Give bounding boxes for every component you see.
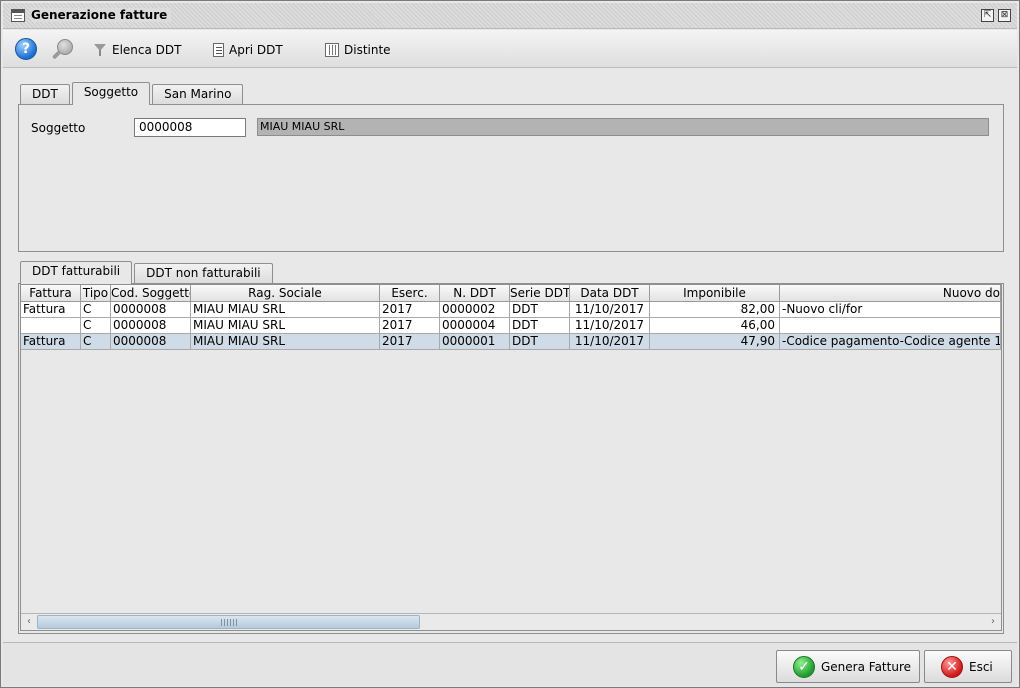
maximize-window-button[interactable]: ⊠: [998, 9, 1011, 22]
cell-tipo: C: [81, 318, 111, 334]
cell-eserc: 2017: [380, 302, 440, 318]
list-icon: [325, 43, 339, 57]
column-header-cod-soggetto[interactable]: Cod. Soggetto: [111, 285, 191, 302]
cell-rag-sociale: MIAU MIAU SRL: [191, 318, 380, 334]
toolbar: ? Elenca DDT Apri DDT Distinte: [3, 30, 1017, 68]
restore-window-button[interactable]: ⇱: [981, 9, 994, 22]
cell-fattura: Fattura: [21, 302, 81, 318]
cell-cod-soggetto: 0000008: [111, 318, 191, 334]
scrollbar-thumb[interactable]: [37, 615, 420, 629]
apri-ddt-button[interactable]: Apri DDT: [213, 40, 283, 60]
cell-imponibile: 46,00: [650, 318, 780, 334]
apri-ddt-label: Apri DDT: [229, 43, 283, 57]
soggetto-name-field: MIAU MIAU SRL: [257, 118, 989, 136]
cell-imponibile: 82,00: [650, 302, 780, 318]
column-header-nuovo-doc[interactable]: Nuovo do: [780, 285, 1001, 302]
cell-n-ddt: 0000004: [440, 318, 510, 334]
column-header-tipo[interactable]: Tipo: [81, 285, 111, 302]
column-header-serie-ddt[interactable]: Serie DDT: [510, 285, 570, 302]
elenca-ddt-label: Elenca DDT: [112, 43, 182, 57]
tab-soggetto[interactable]: Soggetto: [71, 82, 151, 105]
cell-data-ddt: 11/10/2017: [570, 302, 650, 318]
esci-label: Esci: [969, 659, 993, 674]
cell-serie-ddt: DDT: [510, 318, 570, 334]
cell-eserc: 2017: [380, 318, 440, 334]
cell-nuovo-doc: -Codice pagamento-Codice agente 1: [780, 334, 1001, 350]
column-header-fattura[interactable]: Fattura: [21, 285, 81, 302]
window-title: Generazione fatture: [31, 8, 172, 22]
table-row[interactable]: C 0000008 MIAU MIAU SRL 2017 0000004 DDT…: [21, 318, 1001, 334]
scroll-right-icon[interactable]: ›: [985, 614, 1001, 630]
cell-fattura: Fattura: [21, 334, 81, 350]
cell-data-ddt: 11/10/2017: [570, 318, 650, 334]
cell-serie-ddt: DDT: [510, 302, 570, 318]
distinte-label: Distinte: [344, 43, 391, 57]
column-header-eserc[interactable]: Eserc.: [380, 285, 440, 302]
search-icon[interactable]: [51, 37, 77, 63]
horizontal-scrollbar[interactable]: ‹ ›: [21, 613, 1001, 630]
checkmark-icon: ✓: [793, 655, 815, 678]
main-window: Generazione fatture ⇱ ⊠ ? Elenca DDT Apr…: [0, 0, 1020, 688]
cell-rag-sociale: MIAU MIAU SRL: [191, 334, 380, 350]
help-icon[interactable]: ?: [15, 38, 37, 60]
cell-n-ddt: 0000001: [440, 334, 510, 350]
cell-nuovo-doc: -Nuovo cli/for: [780, 302, 1001, 318]
table-row[interactable]: Fattura C 0000008 MIAU MIAU SRL 2017 000…: [21, 302, 1001, 318]
esci-button[interactable]: ✕ Esci: [924, 650, 1012, 683]
cell-tipo: C: [81, 334, 111, 350]
genera-fatture-label: Genera Fatture: [821, 659, 911, 674]
scroll-left-icon[interactable]: ‹: [21, 614, 37, 630]
table-row-selected[interactable]: Fattura C 0000008 MIAU MIAU SRL 2017 000…: [21, 334, 1001, 350]
column-header-n-ddt[interactable]: N. DDT: [440, 285, 510, 302]
table-header: Fattura Tipo Cod. Soggetto Rag. Sociale …: [21, 285, 1001, 302]
column-header-rag-sociale[interactable]: Rag. Sociale: [191, 285, 380, 302]
column-header-imponibile[interactable]: Imponibile: [650, 285, 780, 302]
window-icon: [11, 9, 25, 22]
cell-fattura: [21, 318, 81, 334]
close-icon: ✕: [941, 655, 963, 678]
ddt-table: Fattura Tipo Cod. Soggetto Rag. Sociale …: [20, 284, 1002, 631]
cell-nuovo-doc: [780, 318, 1001, 334]
funnel-icon: [93, 43, 107, 57]
bottom-tabbar: DDT fatturabili DDT non fatturabili: [20, 261, 275, 284]
title-bar[interactable]: Generazione fatture ⇱ ⊠: [3, 3, 1017, 29]
top-tabbar: DDT Soggetto San Marino: [20, 82, 245, 105]
cell-cod-soggetto: 0000008: [111, 302, 191, 318]
soggetto-code-input[interactable]: 0000008: [134, 118, 246, 137]
document-icon: [213, 43, 224, 57]
cell-eserc: 2017: [380, 334, 440, 350]
cell-serie-ddt: DDT: [510, 334, 570, 350]
soggetto-label: Soggetto: [31, 121, 86, 135]
cell-tipo: C: [81, 302, 111, 318]
button-bar: ✓ Genera Fatture ✕ Esci: [3, 642, 1017, 686]
column-header-data-ddt[interactable]: Data DDT: [570, 285, 650, 302]
tab-san-marino[interactable]: San Marino: [152, 84, 244, 104]
tab-ddt-fatturabili[interactable]: DDT fatturabili: [20, 261, 133, 284]
cell-data-ddt: 11/10/2017: [570, 334, 650, 350]
cell-imponibile: 47,90: [650, 334, 780, 350]
cell-n-ddt: 0000002: [440, 302, 510, 318]
table-body: Fattura C 0000008 MIAU MIAU SRL 2017 000…: [21, 302, 1001, 350]
tab-ddt-non-fatturabili[interactable]: DDT non fatturabili: [134, 263, 273, 283]
tab-ddt[interactable]: DDT: [20, 84, 70, 104]
cell-cod-soggetto: 0000008: [111, 334, 191, 350]
cell-rag-sociale: MIAU MIAU SRL: [191, 302, 380, 318]
genera-fatture-button[interactable]: ✓ Genera Fatture: [776, 650, 920, 683]
distinte-button[interactable]: Distinte: [325, 40, 391, 60]
elenca-ddt-button[interactable]: Elenca DDT: [93, 40, 181, 60]
